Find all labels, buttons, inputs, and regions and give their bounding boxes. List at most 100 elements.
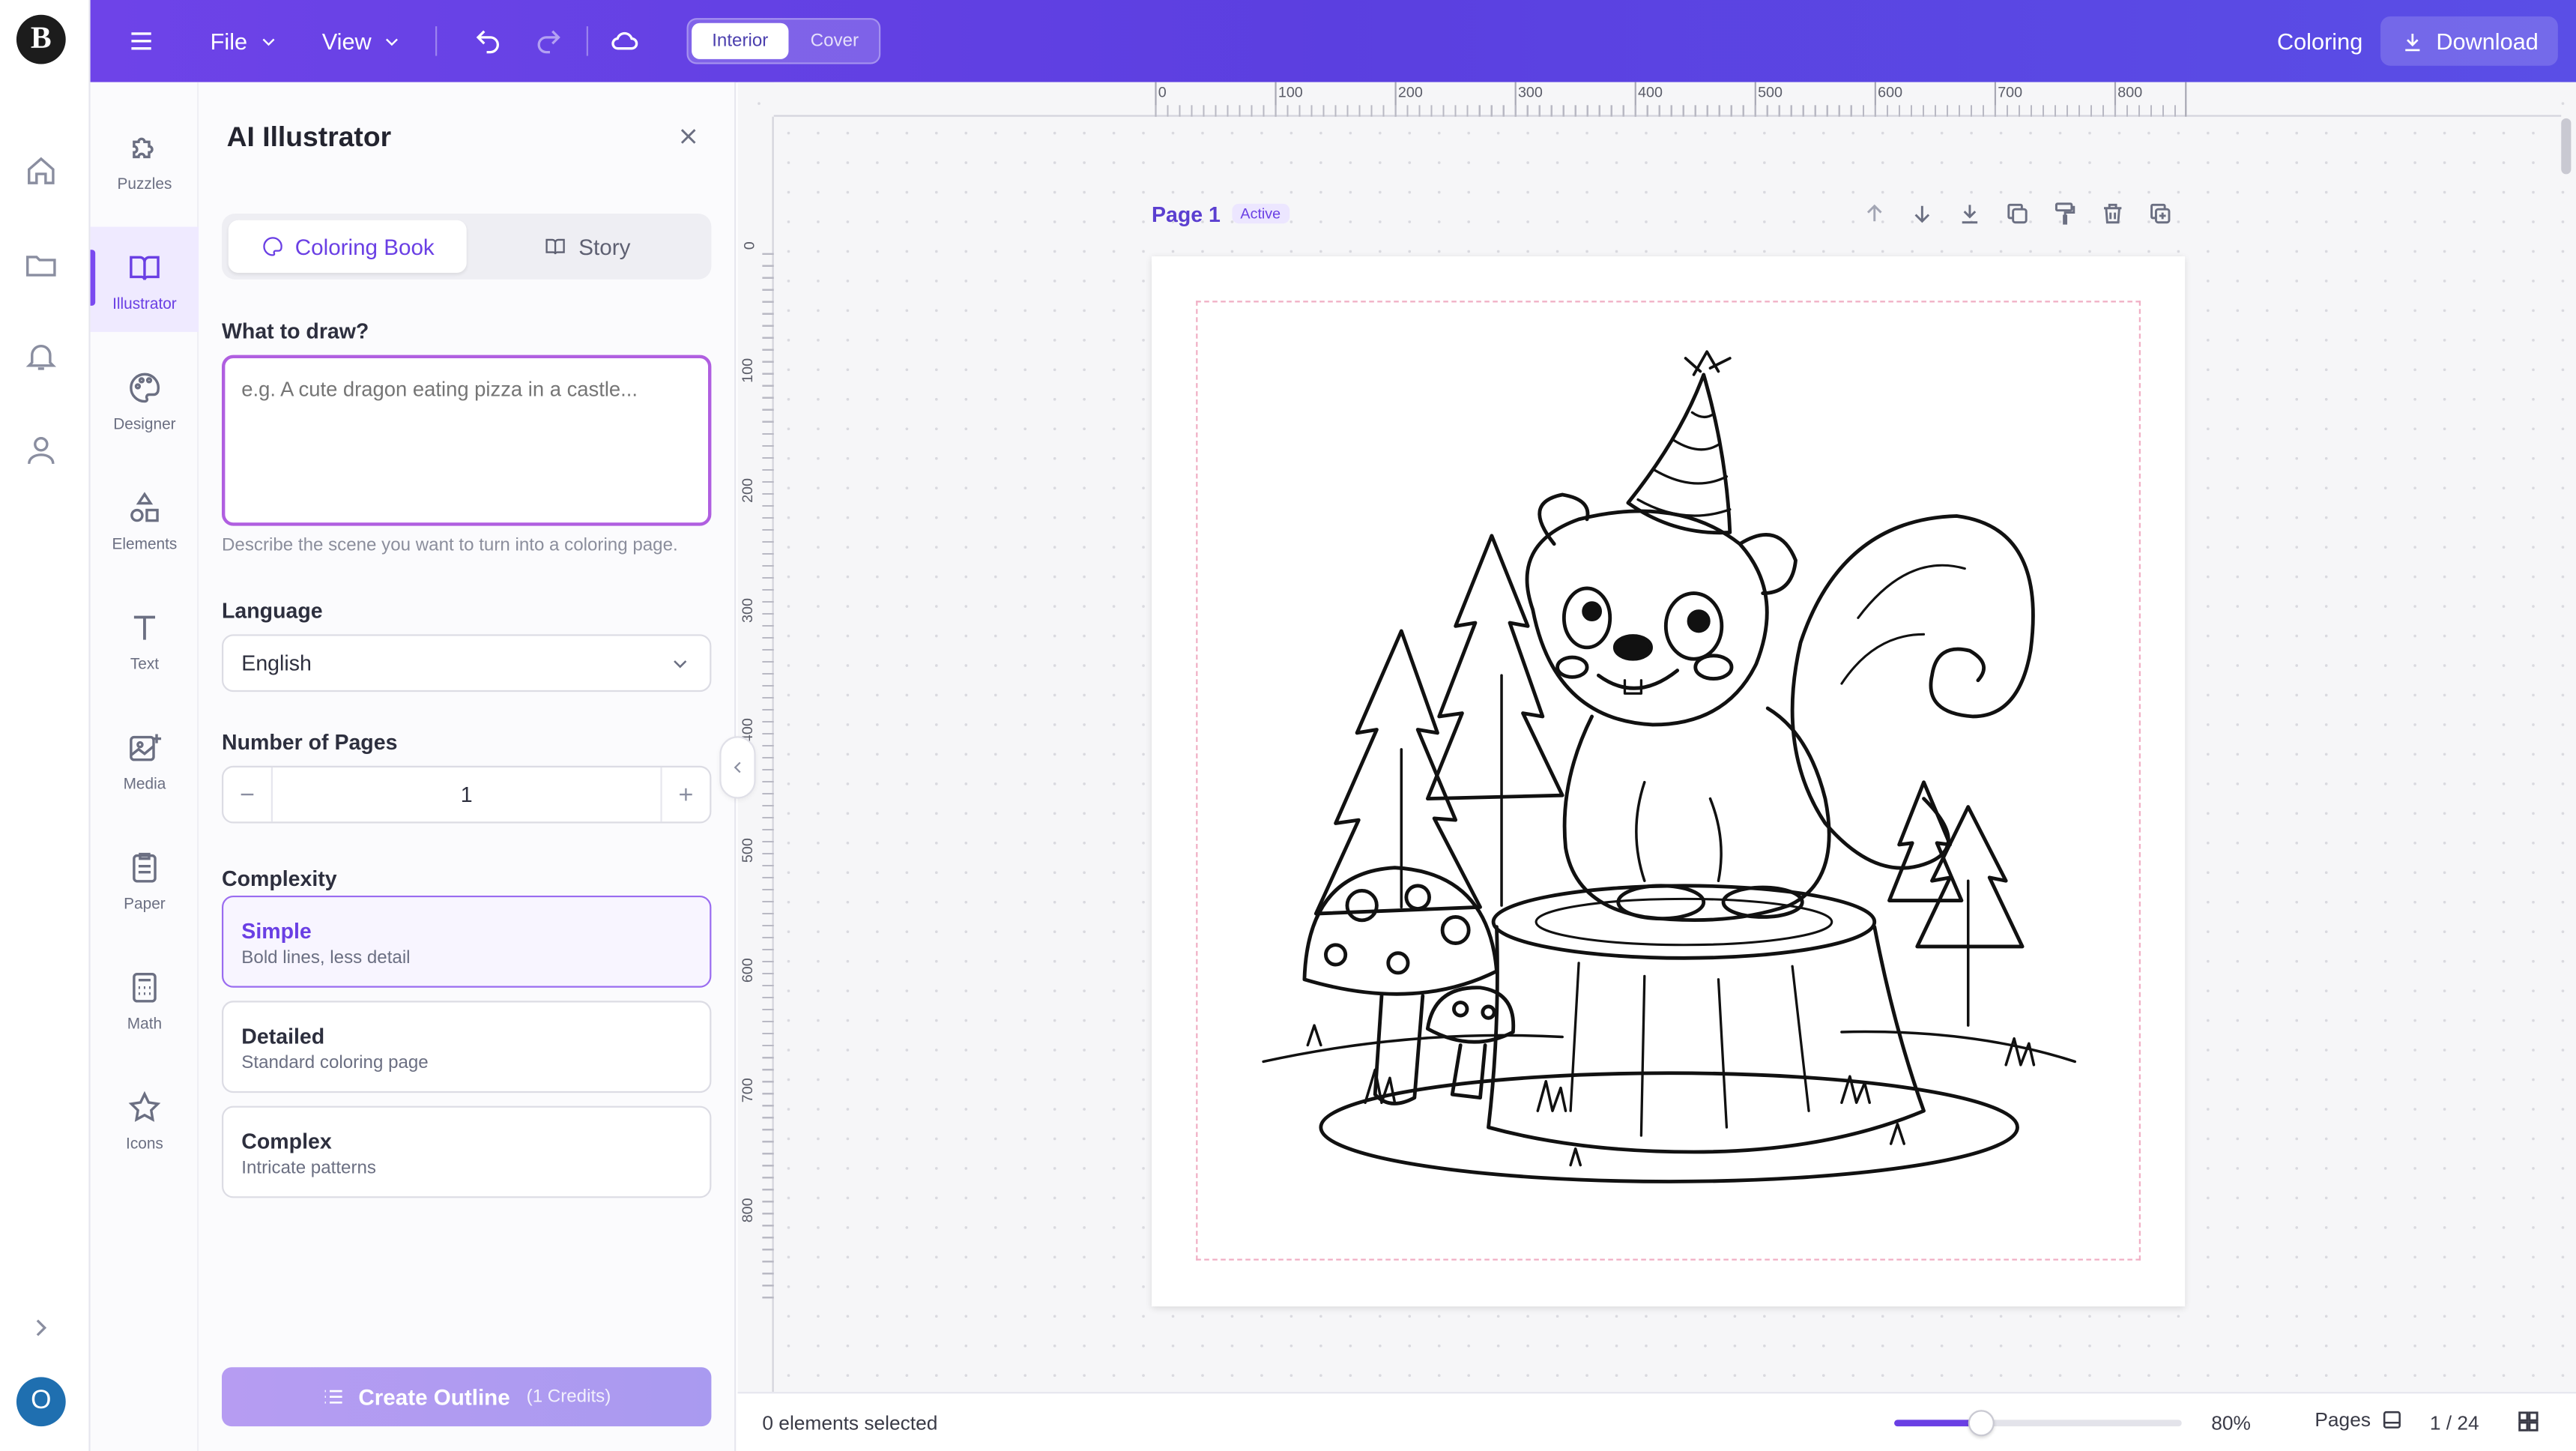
bell-icon[interactable] (23, 339, 59, 375)
list-icon (324, 1390, 343, 1404)
collapse-panel-button[interactable] (719, 736, 756, 799)
complexity-option-complex[interactable]: Complex Intricate patterns (222, 1105, 712, 1198)
download-button[interactable]: Download (2380, 16, 2558, 66)
tool-illustrator[interactable]: Illustrator (90, 226, 199, 332)
add-page-icon[interactable] (2147, 200, 2174, 226)
tab-coloring-book[interactable]: Coloring Book (228, 220, 467, 273)
pages-toggle[interactable]: Pages (2315, 1408, 2403, 1432)
tool-label: Paper (124, 895, 166, 914)
tool-media[interactable]: Media (91, 707, 199, 812)
coloring-label-text: Coloring (2276, 28, 2363, 55)
canvas-area[interactable]: 0 100 200 300 400 500 600 700 800 0 100 … (737, 82, 2576, 1393)
illustrator-panel: AI Illustrator Coloring Book Story What … (199, 82, 737, 1451)
app-logo[interactable]: B (16, 14, 66, 64)
create-outline-button[interactable]: Create Outline (1 Credits) (222, 1367, 712, 1427)
complexity-option-simple[interactable]: Simple Bold lines, less detail (222, 895, 712, 988)
ruler-top-minor-ticks (1155, 105, 2187, 117)
app-logo-letter: B (30, 21, 52, 56)
zoom-handle[interactable] (1967, 1410, 1994, 1437)
tool-sidebar: Puzzles Illustrator Designer Elements Te… (90, 82, 199, 1451)
redo-icon[interactable] (534, 0, 563, 82)
vertical-scrollbar[interactable] (2561, 118, 2572, 175)
folder-icon[interactable] (23, 247, 59, 283)
star-icon (128, 1090, 161, 1122)
tool-puzzles[interactable]: Puzzles (91, 107, 199, 212)
ruler-left-label: 600 (739, 958, 756, 983)
coloring-label[interactable]: Coloring (2277, 0, 2362, 82)
language-select[interactable]: English (222, 634, 712, 693)
tab-cover[interactable]: Cover (790, 23, 879, 59)
page-title[interactable]: Page 1 (1152, 202, 1221, 227)
status-badge: Active (1232, 203, 1289, 224)
tool-elements[interactable]: Elements (91, 467, 199, 572)
view-menu-label: View (321, 28, 372, 55)
ruler-top-label: 300 (1517, 83, 1543, 100)
option-title: Complex (241, 1129, 332, 1154)
zoom-slider[interactable] (1894, 1410, 2182, 1437)
page-sheet[interactable] (1152, 256, 2186, 1307)
ruler-left-label: 100 (739, 358, 756, 383)
option-title: Detailed (241, 1023, 325, 1049)
grid-view-icon[interactable] (2515, 1408, 2542, 1435)
undo-icon[interactable] (473, 0, 502, 82)
book-icon (130, 256, 160, 280)
close-icon[interactable] (675, 123, 701, 149)
pages-label: Number of Pages (222, 729, 398, 755)
calculator-icon (133, 972, 157, 1003)
chevron-right-icon[interactable] (26, 1313, 55, 1342)
paint-roller-icon[interactable] (2052, 200, 2078, 226)
status-bar: 0 elements selected 80% Pages 1 / 24 (737, 1392, 2576, 1451)
tab-interior[interactable]: Interior (692, 22, 789, 59)
ruler-left-label: 700 (739, 1078, 756, 1103)
move-down-icon[interactable] (1909, 200, 1935, 226)
chevron-down-icon (386, 37, 399, 46)
book-icon (545, 238, 566, 255)
tool-math[interactable]: Math (91, 947, 199, 1052)
tool-label: Puzzles (117, 175, 172, 194)
ruler-top-label: 500 (1758, 83, 1783, 100)
home-icon[interactable] (23, 153, 59, 189)
menu-icon[interactable] (127, 0, 156, 82)
ruler-top-label: 200 (1397, 83, 1423, 100)
tab-story[interactable]: Story (470, 220, 705, 273)
chevron-down-icon (674, 659, 687, 668)
image-icon (130, 734, 162, 761)
ruler-left-label: 300 (739, 598, 756, 623)
increment-button[interactable] (660, 767, 710, 822)
text-icon (133, 615, 156, 640)
move-up-icon[interactable] (1861, 200, 1887, 226)
option-desc: Standard coloring page (241, 1053, 429, 1073)
toolbar-divider (586, 26, 588, 56)
ruler-left-label: 0 (740, 241, 758, 250)
coloring-illustration[interactable] (1152, 256, 2185, 1306)
ruler-top-label: 600 (1878, 83, 1903, 100)
tab-story-label: Story (578, 234, 631, 259)
ruler-top-label: 100 (1278, 83, 1303, 100)
tab-cover-label: Cover (810, 31, 859, 51)
pages-value[interactable]: 1 (273, 767, 660, 821)
trash-icon[interactable] (2099, 200, 2126, 226)
download-page-icon[interactable] (1956, 200, 1983, 226)
selection-status: 0 elements selected (762, 1411, 938, 1435)
user-icon[interactable] (23, 432, 59, 468)
tool-text[interactable]: Text (91, 587, 199, 692)
avatar[interactable]: O (16, 1377, 66, 1427)
tool-paper[interactable]: Paper (91, 827, 199, 932)
file-menu[interactable]: File (211, 0, 279, 82)
toolbar-divider (435, 26, 438, 56)
decrement-button[interactable] (223, 767, 273, 822)
cloud-save-icon[interactable] (609, 0, 638, 82)
pages-toggle-label: Pages (2315, 1408, 2371, 1432)
option-desc: Bold lines, less detail (241, 948, 411, 968)
tool-icons[interactable]: Icons (91, 1067, 199, 1171)
tool-designer[interactable]: Designer (91, 347, 199, 452)
tool-label: Designer (113, 415, 176, 434)
panel-title: AI Illustrator (226, 121, 392, 153)
copy-icon[interactable] (2004, 200, 2031, 226)
complexity-label: Complexity (222, 866, 337, 891)
tab-interior-label: Interior (712, 31, 769, 51)
prompt-input[interactable] (222, 355, 712, 526)
complexity-option-detailed[interactable]: Detailed Standard coloring page (222, 1001, 712, 1093)
view-menu[interactable]: View (322, 0, 403, 82)
plus-icon (680, 788, 692, 801)
